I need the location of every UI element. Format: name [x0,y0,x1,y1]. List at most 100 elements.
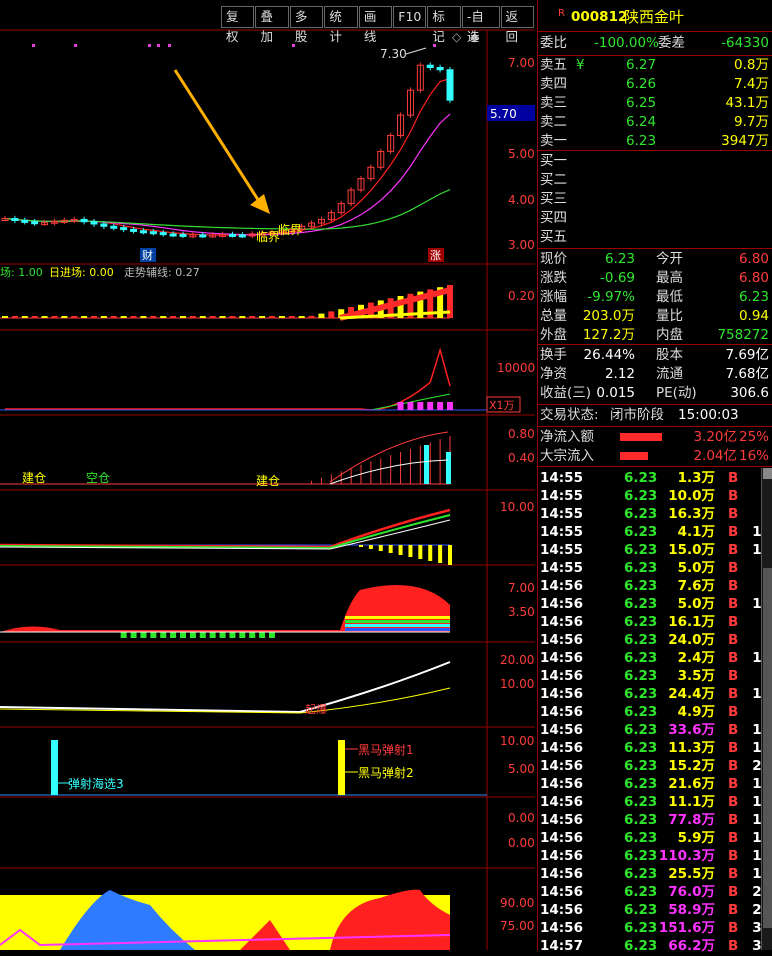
tick-row: 14:566.2315.2万B20 [540,758,771,774]
svg-text:日进场: 0.00: 日进场: 0.00 [49,265,114,279]
candle-body [228,233,236,237]
high-price-label: 7.30 [380,47,407,61]
p2-bar [160,316,167,318]
stat-row: 换手 26.44% 股本 7.69亿 [540,347,769,363]
chart-area[interactable]: ◇ ◆ 7.30 临界 临界 财 涨 5.70 7.00 5.00 4.00 3… [0,0,535,950]
statistics-button[interactable]: 统计 [324,6,358,44]
p2-bar [11,316,18,318]
remove-watchlist-button[interactable]: -自选 [461,6,500,44]
svg-text:5.00: 5.00 [508,762,535,776]
candle-body [110,225,118,229]
bid-row: 买五 [540,229,567,245]
p2-bar [120,316,127,318]
candle-body [80,218,88,223]
ask-row: 卖一 6.23 3947万 [540,133,769,149]
bid-row: 买二 [540,172,567,188]
p7-line-2 [0,687,451,714]
svg-text:空仓: 空仓 [86,471,110,485]
p6-neg [180,632,186,638]
p2-bar [2,316,8,318]
p5-bar [388,545,393,553]
svg-text:0.00: 0.00 [508,811,535,825]
p2-bar [229,316,236,318]
stat-row: 涨幅 -9.97% 最低 6.23 [540,289,769,305]
tick-row: 14:566.2311.3万B16 [540,740,771,756]
p2-bar [170,316,177,318]
f10-button[interactable]: F10 [393,6,427,28]
back-button[interactable]: 返回 [500,6,534,44]
p3-bar [427,402,434,410]
stat-row: 涨跌 -0.69 最高 6.80 [540,270,769,286]
multi-stock-button[interactable]: 多股 [289,6,324,44]
p5-bar [438,545,443,563]
p3-bar [417,402,424,410]
indicator-panel-6: 7.00 3.50 [0,581,535,638]
indicator-panel-3: 10000 X1万 [0,347,535,413]
stat-row: 净资 2.12 流通 7.68亿 [540,366,769,382]
p6-neg [249,632,256,638]
p3-bar [447,402,453,410]
indicator-panel-2: 场: 1.00 日进场: 0.00 走势辅线: 0.27 0.20 [0,265,535,321]
weibi-row: 委比 -100.00% 委差 -64330 [540,35,769,51]
p2-bar [31,316,38,318]
chart-svg[interactable]: ◇ ◆ 7.30 临界 临界 财 涨 5.70 7.00 5.00 4.00 3… [0,0,535,950]
svg-text:75.00: 75.00 [500,919,534,933]
indicator-panel-10: 90.00 75.00 [0,889,534,950]
tick-row: 14:566.235.0万B10 [540,596,771,612]
critical-annotation-1: 临界 [256,230,280,244]
svg-text:0.40: 0.40 [508,451,535,465]
volume-ma [5,393,451,411]
candle-body [179,233,187,237]
tick-row: 14:566.237.6万B7 [540,578,771,594]
overlay-button[interactable]: 叠加 [255,6,289,44]
tick-row: 14:566.235.9万B10 [540,830,771,846]
svg-text:90.00: 90.00 [500,896,534,910]
p2-bar [209,316,216,318]
draw-line-button[interactable]: 画线 [358,6,393,44]
candle-panel: ◇ ◆ 7.30 临界 临界 财 涨 5.70 7.00 5.00 4.00 3… [1,30,535,262]
p6-band [345,628,450,631]
tick-row: 14:566.2377.8万B15 [540,812,771,828]
mark-button[interactable]: 标记 [427,6,461,44]
p6-neg [130,632,137,638]
p6-neg [189,632,196,638]
p2-bar [100,316,107,318]
finance-marker: 财 [142,248,153,262]
tick-row: 14:566.2358.9万B25 [540,902,771,918]
p2-bar [298,316,305,318]
bid-row: 买三 [540,191,567,207]
p6-band [345,616,450,619]
tick-row: 14:556.231.3万B6 [540,470,771,486]
restore-rights-button[interactable]: 复权 [221,6,255,44]
p2-bar [308,315,315,318]
svg-text:起爆: 起爆 [305,702,327,716]
candle-body [238,234,246,238]
p2-bar [259,316,266,318]
svg-text:10000: 10000 [497,361,535,375]
p6-neg [150,632,157,638]
svg-text:场: 1.00: 场: 1.00 [0,265,43,279]
stat-row: 收益(三) 0.015 PE(动) 306.6 [540,385,769,401]
candle-body [426,64,434,68]
stock-header: R 000812 陕西金叶 [558,8,685,26]
tick-scrollbar[interactable] [761,468,772,950]
svg-text:5.00: 5.00 [508,147,535,161]
candle-body [446,69,454,101]
signal-bar-1 [51,740,58,795]
svg-text:0.80: 0.80 [508,427,535,441]
stat-row: 总量 203.0万 量比 0.94 [540,308,769,324]
svg-text:黑马弹射1: 黑马弹射1 [358,742,414,757]
p6-neg [259,632,266,638]
candle-y-axis: 7.00 5.00 4.00 3.00 [508,56,535,252]
p6-neg [209,632,216,638]
p2-bar [21,316,28,318]
tick-row: 14:566.2333.6万B16 [540,722,771,738]
p2-bar [199,316,206,318]
volume-line [5,347,451,411]
tick-row: 14:576.2366.2万B35 [540,938,771,954]
p2-bar [61,316,68,318]
p5-bar [428,545,433,561]
svg-text:4.00: 4.00 [508,193,535,207]
tick-row: 14:566.2316.1万B9 [540,614,771,630]
tick-row: 14:566.2311.1万B17 [540,794,771,810]
